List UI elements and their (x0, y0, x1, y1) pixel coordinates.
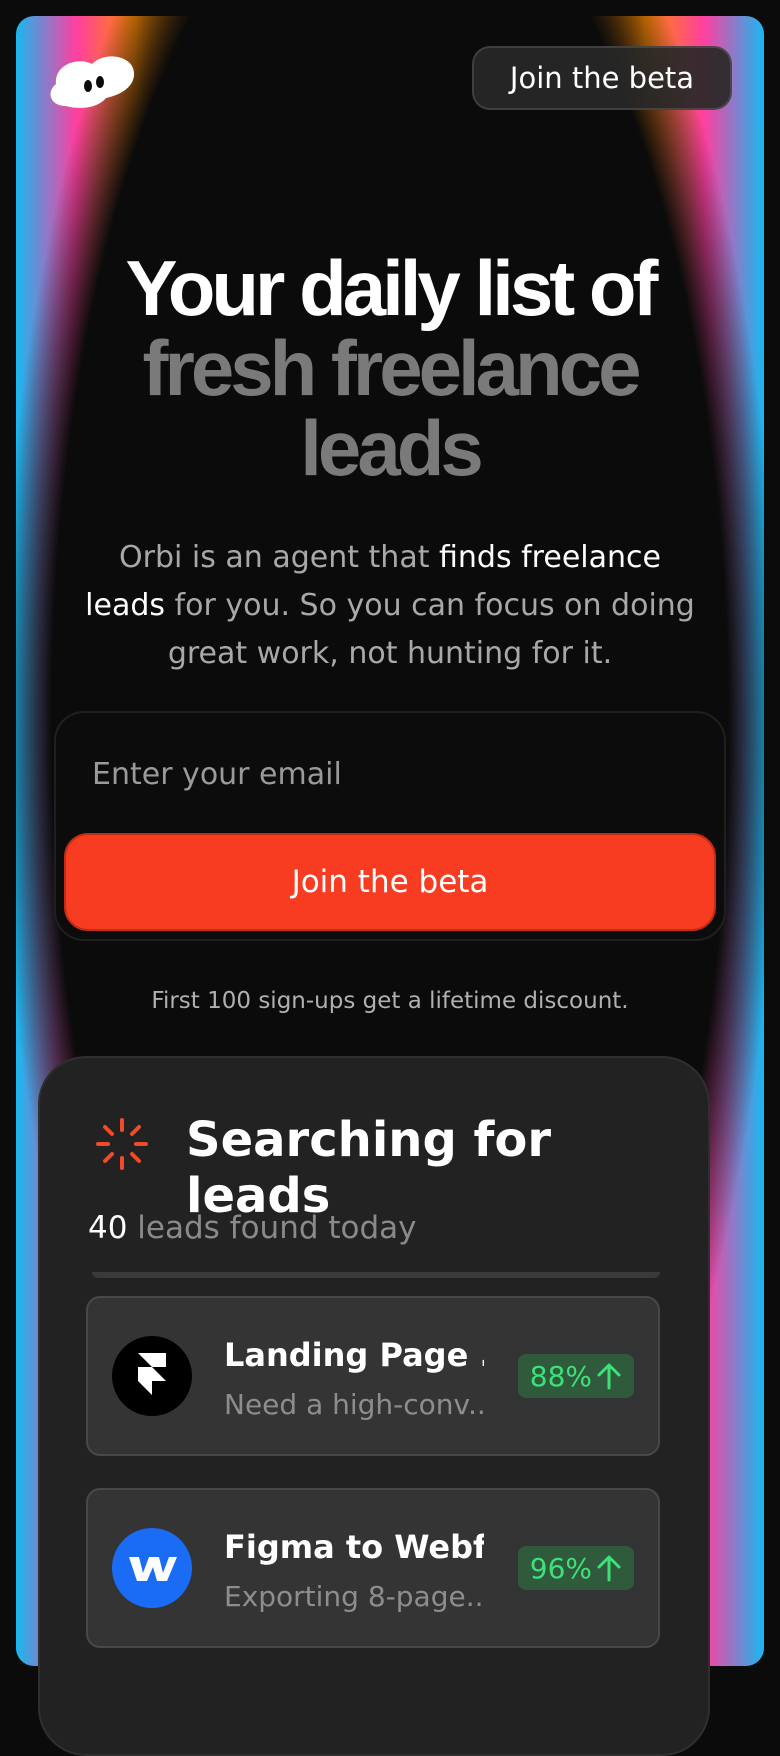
email-input[interactable] (90, 745, 694, 803)
lead-title: Landing Page ... (224, 1336, 484, 1374)
lead-search-panel: Searching for leads 40 leads found today… (38, 1056, 710, 1756)
hero-subtitle: Orbi is an agent that finds freelance le… (76, 534, 704, 678)
hero-line-3: leads (300, 404, 483, 492)
loading-spinner-icon (96, 1118, 148, 1170)
lead-description: Exporting 8-page... (224, 1580, 484, 1613)
match-score: 96% (529, 1551, 592, 1585)
framer-icon (112, 1336, 192, 1416)
panel-title: Searching for leads (186, 1112, 552, 1224)
discount-note: First 100 sign-ups get a lifetime discou… (151, 988, 629, 1014)
arrow-up-icon (597, 1555, 621, 1582)
signup-form: Join the beta (54, 711, 726, 941)
hero-line-2: fresh freelance (142, 324, 642, 412)
orbi-logo-icon[interactable] (46, 46, 136, 118)
arrow-up-icon (597, 1363, 621, 1390)
lead-card[interactable]: Landing Page ... Need a high-conv... 88% (86, 1296, 660, 1456)
webflow-icon (112, 1528, 192, 1608)
match-score: 88% (529, 1359, 592, 1393)
lead-title: Figma to Webfl... (224, 1528, 484, 1566)
header-join-beta-button[interactable]: Join the beta (472, 46, 732, 110)
progress-track (92, 1272, 660, 1278)
lead-description: Need a high-conv... (224, 1388, 484, 1421)
lead-card[interactable]: Figma to Webfl... Exporting 8-page... 96… (86, 1488, 660, 1648)
leads-count: 40 leads found today (88, 1210, 417, 1246)
match-score-badge: 88% (517, 1354, 634, 1398)
leads-count-number: 40 (88, 1210, 128, 1246)
subtitle-part-1: Orbi is an agent that (119, 540, 439, 575)
match-score-badge: 96% (517, 1546, 634, 1590)
subtitle-part-2: for you. So you can focus on doing great… (165, 588, 695, 671)
leads-count-suffix: leads found today (127, 1210, 417, 1246)
hero-heading: Your daily list of fresh freelance leads (16, 248, 764, 488)
join-beta-submit-button[interactable]: Join the beta (64, 833, 716, 931)
hero-line-1: Your daily list of (125, 244, 659, 332)
